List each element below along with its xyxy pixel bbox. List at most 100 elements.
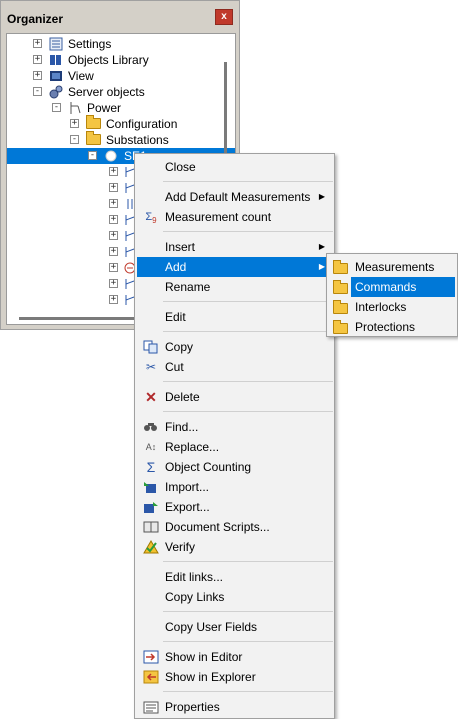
- menu-item-label: Find...: [165, 420, 199, 434]
- tree-item-substations[interactable]: - Substations: [7, 131, 235, 148]
- tree-item-power[interactable]: - Power: [7, 100, 235, 116]
- menu-item-label: Export...: [165, 500, 210, 514]
- submenu-arrow-icon: ▶: [318, 242, 325, 251]
- export-icon: [143, 500, 159, 514]
- properties-icon: [143, 700, 159, 714]
- folder-icon: [86, 131, 101, 147]
- collapse-icon[interactable]: -: [70, 135, 79, 144]
- tree-item-objects-library[interactable]: + Objects Library: [7, 52, 235, 68]
- organizer-title: Organizer: [7, 12, 64, 26]
- menu-item-document-scripts[interactable]: Document Scripts...: [137, 517, 333, 537]
- folder-icon: [86, 115, 101, 131]
- menu-item-copy-links[interactable]: Copy Links: [137, 587, 333, 607]
- menu-item-delete[interactable]: ✕ Delete: [137, 387, 333, 407]
- menu-item-label: Edit: [165, 310, 186, 324]
- collapse-icon[interactable]: -: [33, 87, 42, 96]
- menu-item-label: Show in Explorer: [165, 670, 256, 684]
- submenu-item-label: Protections: [355, 320, 416, 334]
- tree-item-label: View: [68, 69, 94, 83]
- tree-item-configuration[interactable]: + Configuration: [7, 115, 235, 132]
- menu-item-insert[interactable]: Insert ▶: [137, 237, 333, 257]
- verify-icon: [143, 540, 159, 554]
- tree-item-server-objects[interactable]: - Server objects: [7, 84, 235, 100]
- menu-item-show-in-explorer[interactable]: Show in Explorer: [137, 667, 333, 687]
- expand-icon[interactable]: +: [109, 279, 118, 288]
- tree-item-label: Settings: [68, 37, 112, 51]
- expand-icon[interactable]: +: [109, 167, 118, 176]
- tree-item-label: Substations: [106, 133, 169, 147]
- submenu-arrow-icon: ▶: [318, 192, 325, 201]
- submenu-item-measurements[interactable]: Measurements: [329, 257, 456, 277]
- tree-item-view[interactable]: + View: [7, 68, 235, 84]
- menu-item-import[interactable]: Import...: [137, 477, 333, 497]
- menu-item-replace[interactable]: A↕ Replace...: [137, 437, 333, 457]
- gears-icon: [49, 85, 63, 99]
- submenu-item-protections[interactable]: Protections: [329, 317, 456, 337]
- menu-separator: [163, 231, 333, 232]
- submenu-arrow-icon: ▶: [318, 262, 325, 271]
- collapse-icon[interactable]: -: [52, 103, 61, 112]
- copy-icon: [143, 340, 159, 354]
- submenu-item-commands[interactable]: Commands: [329, 277, 456, 297]
- tree-item-label: Objects Library: [68, 53, 149, 67]
- menu-item-label: Object Counting: [165, 460, 252, 474]
- menu-item-edit[interactable]: Edit: [137, 307, 333, 327]
- menu-item-label: Add Default Measurements: [165, 190, 311, 204]
- menu-item-add[interactable]: Add ▶: [137, 257, 333, 277]
- menu-item-label: Document Scripts...: [165, 520, 270, 534]
- expand-icon[interactable]: +: [109, 263, 118, 272]
- tree-item-settings[interactable]: + Settings: [7, 36, 235, 52]
- expand-icon[interactable]: +: [109, 247, 118, 256]
- menu-item-label: Import...: [165, 480, 210, 494]
- menu-item-show-in-editor[interactable]: Show in Editor: [137, 647, 333, 667]
- menu-separator: [163, 381, 333, 382]
- expand-icon[interactable]: +: [33, 71, 42, 80]
- import-icon: [143, 480, 159, 494]
- expand-icon[interactable]: +: [109, 295, 118, 304]
- sum-icon: Σ: [146, 459, 156, 475]
- menu-item-copy-user-fields[interactable]: Copy User Fields: [137, 617, 333, 637]
- menu-item-label: Delete: [165, 390, 200, 404]
- submenu-item-interlocks[interactable]: Interlocks: [329, 297, 456, 317]
- expand-icon[interactable]: +: [33, 55, 42, 64]
- expand-icon[interactable]: +: [109, 215, 118, 224]
- menu-item-object-counting[interactable]: Σ Object Counting: [137, 457, 333, 477]
- sigma-icon: Σ9: [145, 211, 157, 226]
- organizer-close-button[interactable]: x: [215, 9, 233, 25]
- menu-separator: [163, 561, 333, 562]
- menu-item-label: Show in Editor: [165, 650, 243, 664]
- menu-item-label: Replace...: [165, 440, 220, 454]
- menu-item-verify[interactable]: Verify: [137, 537, 333, 557]
- show-editor-icon: [143, 650, 159, 664]
- menu-item-label: Copy: [165, 340, 194, 354]
- menu-item-label: Insert: [165, 240, 196, 254]
- settings-icon: [49, 37, 63, 51]
- submenu-item-label: Commands: [351, 277, 455, 297]
- expand-icon[interactable]: +: [33, 39, 42, 48]
- add-submenu: Measurements Commands Interlocks Protect…: [326, 253, 458, 337]
- collapse-icon[interactable]: -: [88, 151, 97, 160]
- tree-item-label: Server objects: [68, 85, 145, 99]
- menu-item-find[interactable]: Find...: [137, 417, 333, 437]
- menu-item-edit-links[interactable]: Edit links...: [137, 567, 333, 587]
- menu-item-cut[interactable]: ✂ Cut: [137, 357, 333, 377]
- menu-item-add-default-measurements[interactable]: Add Default Measurements ▶: [137, 187, 333, 207]
- expand-icon[interactable]: +: [109, 231, 118, 240]
- menu-item-copy[interactable]: Copy: [137, 337, 333, 357]
- menu-item-properties[interactable]: Properties: [137, 697, 333, 717]
- menu-separator: [163, 611, 333, 612]
- delete-icon: ✕: [145, 389, 157, 405]
- menu-item-measurement-count[interactable]: Σ9 Measurement count: [137, 207, 333, 227]
- menu-item-label: Properties: [165, 700, 220, 714]
- menu-separator: [163, 331, 333, 332]
- commands-folder-icon: [333, 280, 349, 294]
- organizer-header: Organizer x: [1, 1, 239, 37]
- menu-item-rename[interactable]: Rename: [137, 277, 333, 297]
- submenu-item-label: Measurements: [355, 260, 435, 274]
- tree-item-label: Power: [87, 101, 122, 115]
- expand-icon[interactable]: +: [109, 183, 118, 192]
- menu-item-close[interactable]: Close: [137, 157, 333, 177]
- menu-item-export[interactable]: Export...: [137, 497, 333, 517]
- expand-icon[interactable]: +: [70, 119, 79, 128]
- expand-icon[interactable]: +: [109, 199, 118, 208]
